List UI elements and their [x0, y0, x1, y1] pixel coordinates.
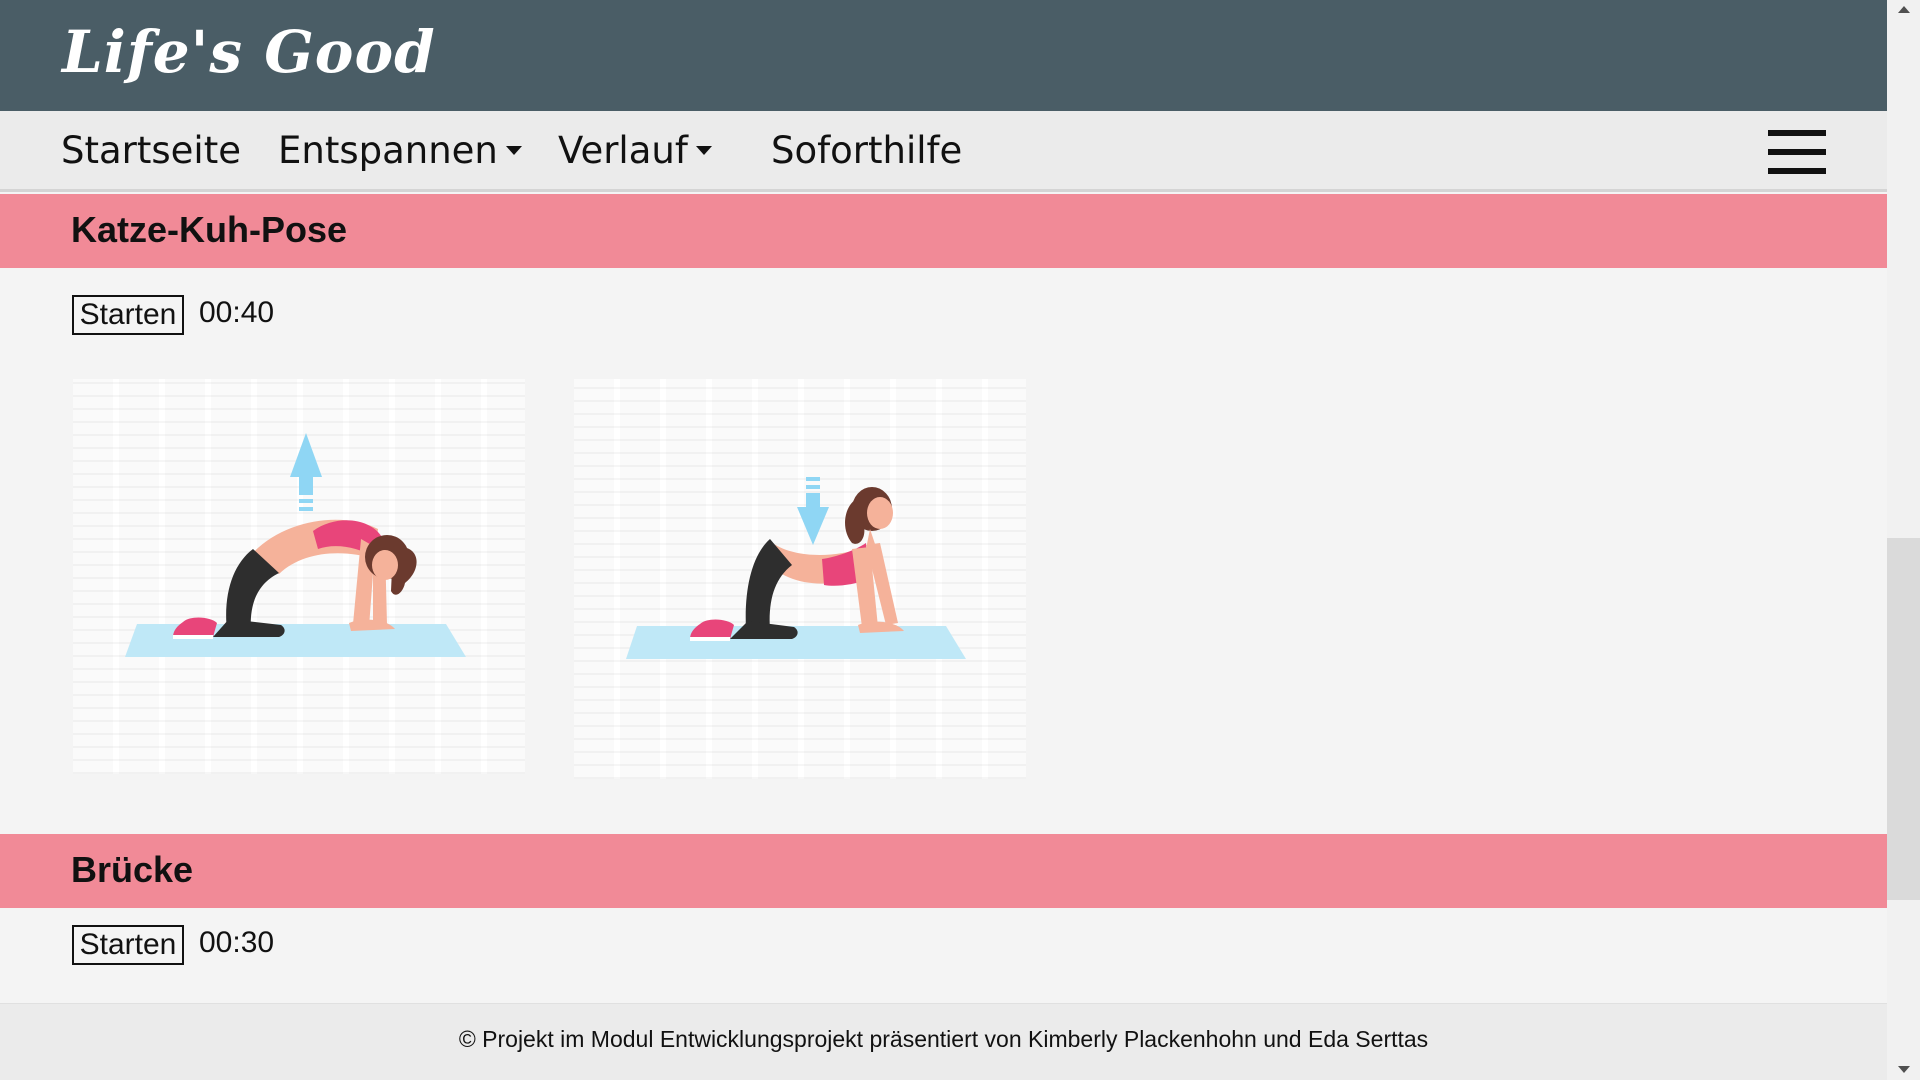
nav-item-label: Soforthilfe — [771, 129, 963, 172]
main-navigation: Startseite Entspannen Verlauf Soforthilf… — [0, 111, 1887, 192]
nav-item-entspannen[interactable]: Entspannen — [278, 129, 522, 172]
caret-down-icon — [695, 146, 712, 155]
page-viewport: Life's Good Startseite Entspannen Verlau… — [0, 0, 1887, 1080]
site-footer: © Projekt im Modul Entwicklungsprojekt p… — [0, 1003, 1887, 1080]
site-logo[interactable]: Life's Good — [62, 18, 436, 86]
vertical-scrollbar[interactable] — [1887, 0, 1920, 1080]
site-header: Life's Good — [0, 0, 1887, 111]
start-button[interactable]: Starten — [72, 295, 184, 335]
nav-item-verlauf[interactable]: Verlauf — [558, 129, 712, 172]
cat-pose-illustration — [73, 379, 525, 774]
exercise-timer: 00:30 — [199, 926, 275, 959]
nav-item-startseite[interactable]: Startseite — [61, 129, 241, 172]
cow-pose-graphic — [626, 477, 966, 659]
nav-item-soforthilfe[interactable]: Soforthilfe — [771, 129, 962, 172]
caret-down-icon — [505, 146, 522, 155]
footer-text: © Projekt im Modul Entwicklungsprojekt p… — [458, 1026, 1429, 1052]
exercise-title: Brücke — [71, 849, 194, 890]
nav-item-label: Startseite — [61, 129, 241, 172]
start-button[interactable]: Starten — [72, 925, 184, 965]
exercise-header-katze-kuh: Katze-Kuh-Pose — [0, 194, 1887, 268]
scroll-thumb[interactable] — [1887, 538, 1920, 900]
exercise-title: Katze-Kuh-Pose — [71, 209, 348, 250]
exercise-header-bruecke: Brücke — [0, 834, 1887, 908]
cat-pose-graphic — [125, 433, 466, 657]
scroll-down-arrow-icon[interactable] — [1887, 1058, 1920, 1080]
nav-item-label: Entspannen — [278, 129, 498, 172]
hamburger-menu-icon[interactable] — [1768, 130, 1826, 174]
exercise-timer: 00:40 — [199, 296, 275, 329]
nav-item-label: Verlauf — [558, 129, 688, 172]
scroll-up-arrow-icon[interactable] — [1887, 0, 1920, 22]
cow-pose-illustration — [574, 379, 1026, 779]
